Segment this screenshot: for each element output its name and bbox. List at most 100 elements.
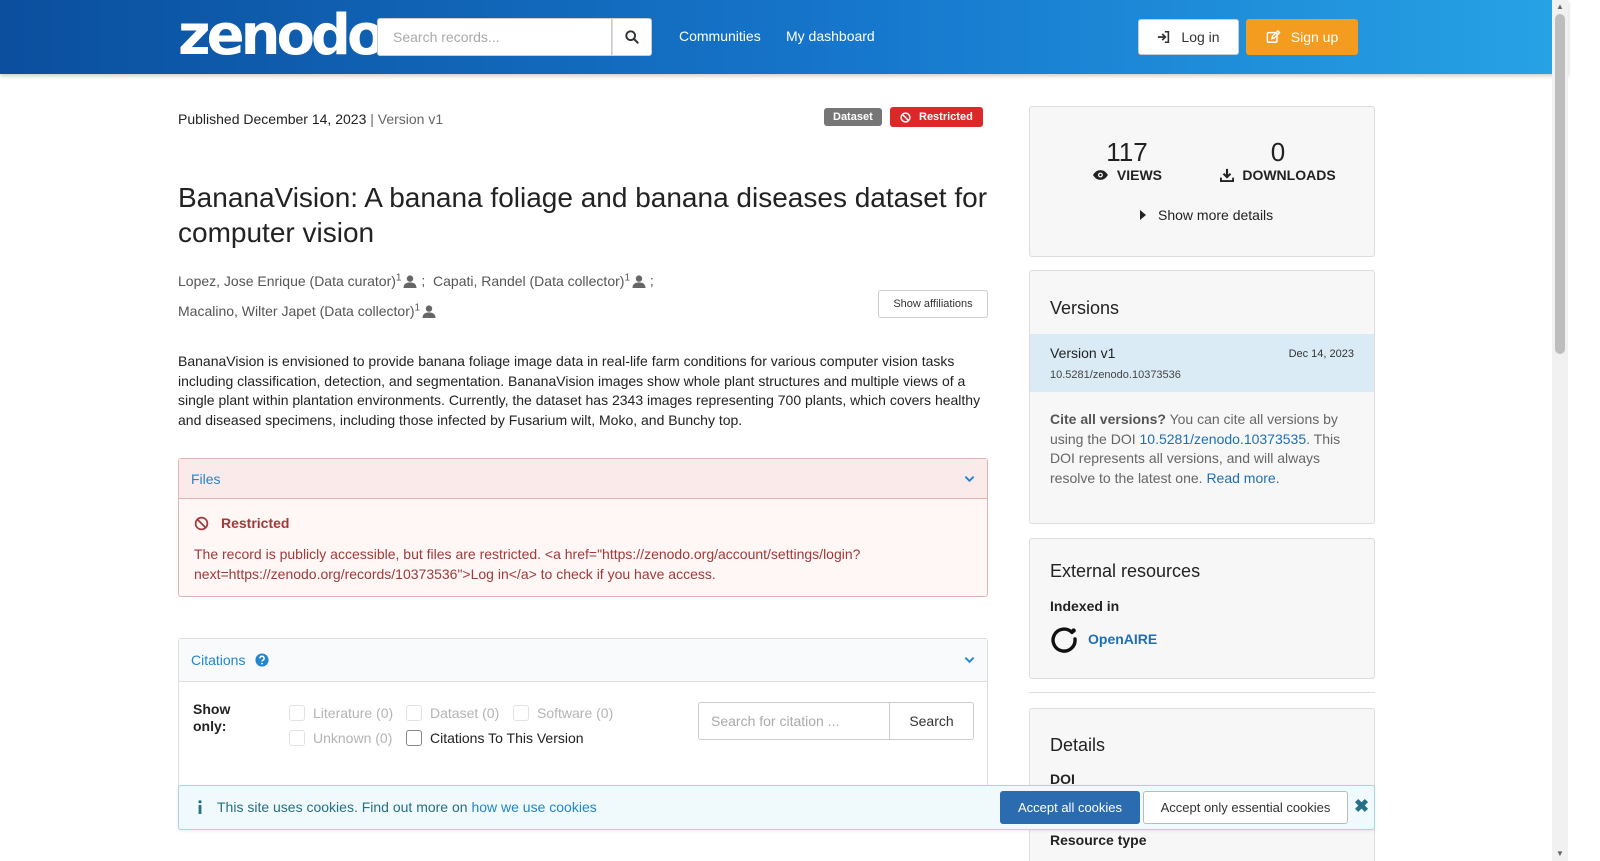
version-text: | Version v1 [370, 111, 444, 127]
filter-dataset[interactable]: Dataset (0) [406, 705, 499, 721]
scroll-down-arrow[interactable]: ▼ [1555, 849, 1565, 859]
citations-accordion-header[interactable]: Citations [179, 639, 987, 682]
show-only-label: Show only: [193, 701, 231, 734]
search-input[interactable] [377, 18, 612, 56]
ban-icon [900, 111, 911, 123]
cookie-message: This site uses cookies. Find out more on… [197, 799, 597, 815]
show-more-details[interactable]: Show more details [1140, 207, 1273, 223]
scroll-up-arrow[interactable]: ▲ [1555, 2, 1565, 12]
accept-all-cookies-button[interactable]: Accept all cookies [1000, 791, 1140, 824]
filter-unknown[interactable]: Unknown (0) [289, 730, 392, 746]
versions-title: Versions [1050, 298, 1120, 318]
cookie-text: This site uses cookies. Find out more on [217, 799, 472, 815]
show-affiliations-button[interactable]: Show affiliations [878, 290, 988, 318]
checkbox[interactable] [289, 730, 305, 746]
creator[interactable]: Capati, Randel (Data collector)1 [433, 272, 646, 289]
citations-panel: Citations Show only: Literature (0) Data… [178, 638, 988, 788]
files-panel: Files Restricted The record is publicly … [178, 458, 988, 597]
publication-info: Published December 14, 2023 | Version v1 [178, 111, 443, 127]
chevron-down-icon [964, 657, 975, 664]
published-prefix: Published [178, 111, 240, 127]
accept-essential-cookies-button[interactable]: Accept only essential cookies [1143, 791, 1348, 824]
files-accordion-header[interactable]: Files [179, 459, 987, 499]
close-icon[interactable]: ✖ [1354, 796, 1369, 816]
user-icon [403, 275, 417, 288]
checkbox[interactable] [289, 705, 305, 721]
signup-button[interactable]: Sign up [1246, 19, 1358, 55]
indexed-in-label: Indexed in [1050, 598, 1120, 614]
version-date: Dec 14, 2023 [1288, 348, 1354, 360]
creator-separator: ; [649, 272, 654, 289]
signup-label: Sign up [1290, 29, 1339, 45]
creators-list: Lopez, Jose Enrique (Data curator)1 ; Ca… [178, 264, 868, 325]
views-count: 117 [1106, 137, 1148, 167]
views-label: VIEWS [1116, 167, 1162, 183]
more-details-label: Show more details [1158, 207, 1274, 223]
external-resources-title: External resources [1050, 561, 1201, 581]
scrollbar-thumb[interactable] [1555, 14, 1565, 354]
chevron-down-icon [964, 475, 975, 482]
openaire-logo-icon [1051, 627, 1077, 653]
zenodo-logo[interactable]: zenodo [178, 6, 385, 66]
search-icon [625, 30, 639, 44]
search-button[interactable] [612, 18, 652, 56]
creator-name: Lopez, Jose Enrique (Data curator) [178, 272, 396, 289]
external-resources-card: External resources Indexed in OpenAIRE [1029, 538, 1375, 679]
header-search [377, 18, 652, 56]
top-navbar: zenodo Communities My dashboard Log in S… [0, 0, 1568, 74]
concept-doi-link[interactable]: 10.5281/zenodo.10373535 [1140, 431, 1307, 447]
checkbox[interactable] [406, 705, 422, 721]
sidebar-divider [1029, 692, 1375, 693]
filter-label: Unknown (0) [313, 730, 393, 746]
nav-communities[interactable]: Communities [679, 28, 761, 44]
read-more-link[interactable]: Read more. [1206, 470, 1279, 486]
downloads-label: DOWNLOADS [1242, 167, 1336, 183]
checkbox[interactable] [513, 705, 529, 721]
citation-search-button[interactable]: Search [889, 702, 974, 740]
filter-this-version[interactable]: Citations To This Version [406, 730, 584, 746]
views-stat: 117 VIEWS [1092, 137, 1162, 183]
restricted-message: The record is publicly accessible, but f… [194, 546, 861, 582]
filter-literature[interactable]: Literature (0) [289, 705, 393, 721]
filter-software[interactable]: Software (0) [513, 705, 613, 721]
ban-icon [194, 516, 209, 530]
record-title: BananaVision: A banana foliage and banan… [178, 182, 988, 248]
caret-right-icon [1140, 210, 1146, 220]
info-icon [198, 800, 202, 814]
creator[interactable]: Macalino, Wilter Japet (Data collector)1 [178, 303, 436, 319]
filter-label: Dataset (0) [430, 705, 500, 721]
restricted-heading: Restricted [194, 515, 289, 531]
access-badge: Restricted [890, 107, 983, 127]
version-item[interactable]: Version v1 Dec 14, 2023 10.5281/zenodo.1… [1030, 334, 1374, 392]
checkbox[interactable] [406, 730, 422, 746]
nav-my-dashboard[interactable]: My dashboard [786, 28, 875, 44]
affiliation-ref: 1 [395, 272, 402, 283]
affiliation-ref: 1 [624, 272, 630, 283]
citation-search-input[interactable] [698, 702, 890, 740]
details-title: Details [1050, 735, 1106, 755]
help-icon[interactable] [255, 653, 270, 667]
downloads-count: 0 [1270, 137, 1286, 167]
login-button[interactable]: Log in [1138, 19, 1239, 55]
resource-type-badge: Dataset [824, 108, 882, 126]
resource-type-label: Resource type [1050, 832, 1147, 848]
version-name: Version v1 [1050, 345, 1116, 361]
filter-label: Literature (0) [313, 705, 394, 721]
creator[interactable]: Lopez, Jose Enrique (Data curator)1 [178, 272, 417, 289]
restricted-title: Restricted [221, 515, 290, 531]
user-icon [632, 275, 646, 288]
downloads-stat: 0 DOWNLOADS [1220, 137, 1336, 183]
version-doi: 10.5281/zenodo.10373536 [1050, 369, 1181, 381]
access-badge-label: Restricted [919, 111, 973, 123]
login-label: Log in [1181, 29, 1220, 45]
user-icon [422, 305, 436, 319]
versions-card: Versions Version v1 Dec 14, 2023 10.5281… [1029, 270, 1375, 524]
citations-header-label: Citations [191, 652, 246, 668]
openaire-link[interactable]: OpenAIRE [1050, 625, 1157, 653]
cookie-policy-link[interactable]: how we use cookies [471, 799, 596, 815]
record-description: BananaVision is envisioned to provide ba… [178, 353, 981, 429]
files-header-label: Files [191, 470, 221, 487]
eye-icon [1092, 170, 1108, 180]
stats-card: 117 VIEWS 0 DOWNLOADS Show more details [1029, 106, 1375, 257]
affiliation-ref: 1 [414, 302, 421, 314]
